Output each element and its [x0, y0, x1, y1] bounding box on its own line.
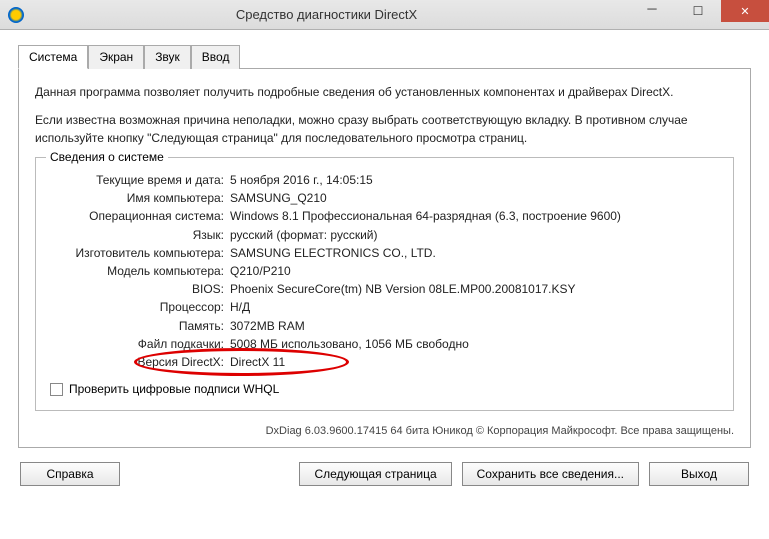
row-bios: BIOS:Phoenix SecureCore(tm) NB Version 0… [50, 281, 719, 297]
row-pcname: Имя компьютера:SAMSUNG_Q210 [50, 190, 719, 206]
button-row: Справка Следующая страница Сохранить все… [18, 462, 751, 486]
label-bios: BIOS: [50, 281, 230, 297]
description-1: Данная программа позволяет получить подр… [35, 83, 734, 101]
app-icon [8, 7, 24, 23]
window-title: Средство диагностики DirectX [24, 7, 629, 22]
whql-checkbox[interactable] [50, 383, 63, 396]
minimize-button[interactable] [629, 0, 675, 22]
label-lang: Язык: [50, 227, 230, 243]
tab-display[interactable]: Экран [88, 45, 144, 69]
value-lang: русский (формат: русский) [230, 227, 378, 243]
row-mfr: Изготовитель компьютера:SAMSUNG ELECTRON… [50, 245, 719, 261]
label-pcname: Имя компьютера: [50, 190, 230, 206]
label-directx: Версия DirectX: [50, 354, 230, 370]
value-directx: DirectX 11 [230, 354, 285, 370]
footer-text: DxDiag 6.03.9600.17415 64 бита Юникод © … [35, 425, 734, 437]
value-pcname: SAMSUNG_Q210 [230, 190, 327, 206]
next-page-button[interactable]: Следующая страница [299, 462, 451, 486]
window-controls [629, 0, 769, 29]
exit-button[interactable]: Выход [649, 462, 749, 486]
row-cpu: Процессор:Н/Д [50, 299, 719, 315]
row-datetime: Текущие время и дата:5 ноября 2016 г., 1… [50, 172, 719, 188]
tab-panel-system: Данная программа позволяет получить подр… [18, 69, 751, 448]
whql-row: Проверить цифровые подписи WHQL [50, 382, 719, 396]
value-pagefile: 5008 МБ использовано, 1056 МБ свободно [230, 336, 469, 352]
value-cpu: Н/Д [230, 299, 250, 315]
tab-system[interactable]: Система [18, 45, 88, 69]
tab-strip: Система Экран Звук Ввод [18, 44, 751, 69]
row-model: Модель компьютера:Q210/P210 [50, 263, 719, 279]
row-lang: Язык:русский (формат: русский) [50, 227, 719, 243]
button-group-right: Следующая страница Сохранить все сведени… [299, 462, 749, 486]
label-cpu: Процессор: [50, 299, 230, 315]
label-mem: Память: [50, 318, 230, 334]
save-all-button[interactable]: Сохранить все сведения... [462, 462, 639, 486]
tab-input[interactable]: Ввод [191, 45, 241, 69]
maximize-button[interactable] [675, 0, 721, 22]
value-mfr: SAMSUNG ELECTRONICS CO., LTD. [230, 245, 436, 261]
label-datetime: Текущие время и дата: [50, 172, 230, 188]
value-datetime: 5 ноября 2016 г., 14:05:15 [230, 172, 373, 188]
value-bios: Phoenix SecureCore(tm) NB Version 08LE.M… [230, 281, 576, 297]
help-button[interactable]: Справка [20, 462, 120, 486]
system-info-group: Сведения о системе Текущие время и дата:… [35, 157, 734, 411]
tab-sound[interactable]: Звук [144, 45, 191, 69]
row-mem: Память:3072MB RAM [50, 318, 719, 334]
row-directx: Версия DirectX:DirectX 11 [50, 354, 719, 370]
titlebar: Средство диагностики DirectX [0, 0, 769, 30]
value-os: Windows 8.1 Профессиональная 64-разрядна… [230, 208, 621, 224]
row-pagefile: Файл подкачки:5008 МБ использовано, 1056… [50, 336, 719, 352]
value-model: Q210/P210 [230, 263, 291, 279]
row-os: Операционная система:Windows 8.1 Професс… [50, 208, 719, 224]
label-mfr: Изготовитель компьютера: [50, 245, 230, 261]
value-mem: 3072MB RAM [230, 318, 305, 334]
label-os: Операционная система: [50, 208, 230, 224]
close-button[interactable] [721, 0, 769, 22]
label-pagefile: Файл подкачки: [50, 336, 230, 352]
system-info-legend: Сведения о системе [46, 150, 168, 164]
whql-label: Проверить цифровые подписи WHQL [69, 382, 279, 396]
label-model: Модель компьютера: [50, 263, 230, 279]
description-2: Если известна возможная причина неполадк… [35, 111, 734, 147]
content-area: Система Экран Звук Ввод Данная программа… [0, 30, 769, 496]
